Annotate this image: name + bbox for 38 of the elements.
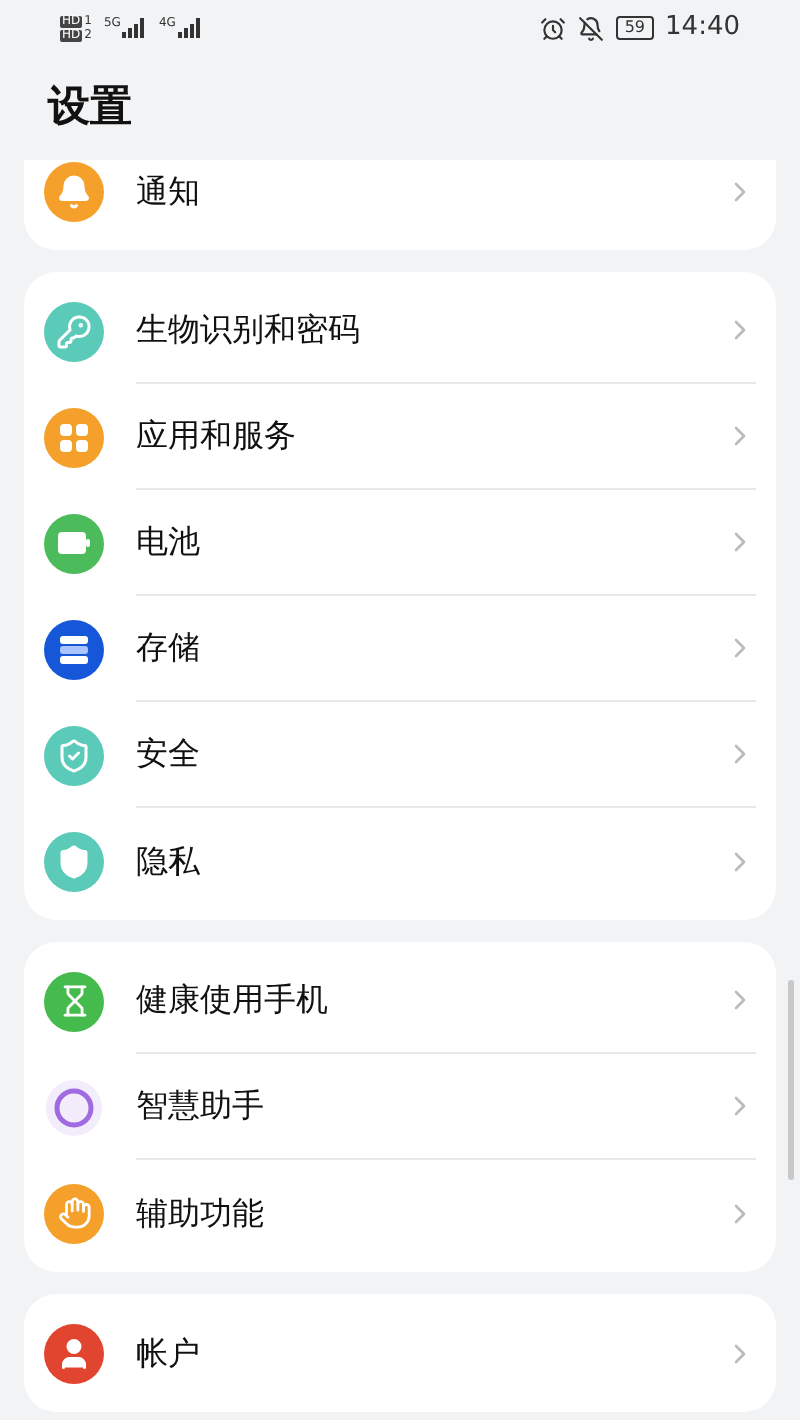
row-label: 健康使用手机 (136, 978, 328, 1022)
clock: 14:40 (665, 10, 740, 47)
battery-level: 59 (616, 16, 654, 40)
key-icon (56, 313, 92, 349)
grid-icon (58, 421, 90, 453)
row-label: 帐户 (136, 1331, 200, 1375)
bell-icon (56, 173, 92, 209)
row-label: 应用和服务 (136, 414, 296, 458)
shield-icon (56, 843, 92, 879)
settings-row[interactable]: 通知 (24, 160, 776, 244)
settings-row[interactable]: 隐私 (24, 808, 776, 914)
row-label: 通知 (136, 169, 200, 213)
settings-row[interactable]: 健康使用手机 (24, 948, 776, 1054)
settings-row[interactable]: 辅助功能 (24, 1160, 776, 1266)
alarm-icon (540, 15, 567, 41)
settings-row[interactable]: 安全 (24, 702, 776, 808)
row-label: 电池 (136, 520, 200, 564)
hand-icon (57, 1196, 91, 1230)
row-label: 安全 (136, 732, 200, 776)
row-label: 生物识别和密码 (136, 308, 360, 352)
signal-icon (177, 18, 202, 38)
person-icon (56, 1335, 92, 1371)
settings-row[interactable]: 应用和服务 (24, 384, 776, 490)
page-title: 设置 (48, 80, 132, 135)
settings-row[interactable]: 存储 (24, 596, 776, 702)
signal-icon (122, 18, 147, 38)
settings-row[interactable]: 帐户 (24, 1300, 776, 1406)
row-label: 隐私 (136, 839, 200, 883)
shield-check-icon (56, 737, 92, 773)
settings-row[interactable]: 电池 (24, 490, 776, 596)
battery-icon (58, 532, 90, 554)
row-label: 存储 (136, 626, 200, 670)
row-label: 辅助功能 (136, 1191, 264, 1235)
mute-icon (578, 15, 605, 41)
settings-row[interactable]: 生物识别和密码 (24, 278, 776, 384)
row-label: 智慧助手 (136, 1084, 264, 1128)
settings-row[interactable]: 智慧助手 (24, 1054, 776, 1160)
storage-icon (58, 633, 90, 665)
